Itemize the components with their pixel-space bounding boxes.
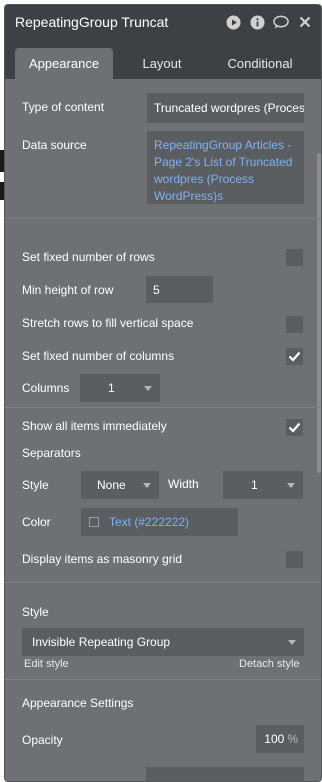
appearance-settings-heading: Appearance Settings [22, 696, 134, 710]
panel-tabs: Appearance Layout Conditional [5, 39, 321, 79]
panel-titlebar: RepeatingGroup Truncat [5, 5, 321, 39]
separators-heading: Separators [22, 446, 81, 460]
checkmark-icon [288, 422, 301, 433]
columns-dropdown[interactable]: 1 [80, 374, 160, 402]
preview-icon[interactable] [225, 14, 241, 30]
scrollbar[interactable] [317, 153, 321, 473]
masonry-checkbox[interactable] [286, 551, 303, 568]
chevron-down-icon [144, 385, 152, 391]
opacity-unit: % [287, 732, 298, 746]
type-of-content-label: Type of content [22, 100, 105, 114]
stretch-rows-checkbox[interactable] [286, 316, 303, 333]
separator-color-picker[interactable]: Text (#222222) [81, 508, 238, 536]
show-all-label: Show all items immediately [22, 419, 167, 433]
fixed-columns-checkbox[interactable] [286, 348, 303, 365]
separator-width-value: 1 [251, 478, 258, 492]
separator-style-label: Style [22, 478, 49, 492]
divider [5, 582, 321, 583]
divider [5, 218, 321, 219]
opacity-value: 100 [264, 732, 285, 746]
data-source-expression[interactable]: RepeatingGroup Articles - Page 2's List … [147, 131, 304, 204]
tab-conditional[interactable]: Conditional [211, 48, 309, 79]
separator-style-value: None [97, 478, 126, 492]
separator-color-value: Text (#222222) [109, 515, 190, 529]
chevron-down-icon [143, 482, 151, 488]
edit-style-link[interactable]: Edit style [24, 658, 69, 670]
stretch-rows-label: Stretch rows to fill vertical space [22, 316, 194, 330]
separator-width-label: Width [168, 477, 199, 491]
fixed-rows-label: Set fixed number of rows [22, 250, 155, 264]
columns-value: 1 [108, 381, 115, 395]
opacity-label: Opacity [22, 733, 63, 747]
divider [5, 407, 321, 408]
panel-title: RepeatingGroup Truncat [15, 14, 169, 30]
info-icon[interactable] [249, 14, 265, 30]
style-dropdown[interactable]: Invisible Repeating Group [22, 628, 304, 656]
masonry-label: Display items as masonry grid [22, 552, 183, 566]
fixed-columns-label: Set fixed number of columns [22, 349, 175, 363]
columns-label: Columns [22, 381, 70, 395]
property-editor-panel: RepeatingGroup Truncat Appearance Layout… [4, 4, 322, 782]
tab-layout[interactable]: Layout [113, 48, 211, 79]
opacity-input[interactable]: 100 % [256, 725, 304, 753]
min-height-input[interactable]: 5 [146, 276, 213, 303]
divider [5, 679, 321, 680]
type-of-content-select[interactable]: Truncated wordpres (Process [147, 93, 304, 123]
data-source-label: Data source [22, 138, 87, 152]
separator-style-dropdown[interactable]: None [81, 471, 159, 499]
min-height-label: Min height of row [22, 283, 114, 297]
chevron-down-icon [288, 639, 296, 645]
checkmark-icon [288, 351, 301, 362]
close-icon[interactable] [297, 14, 313, 30]
style-heading: Style [22, 605, 49, 619]
separator-width-dropdown[interactable]: 1 [223, 471, 303, 499]
color-swatch [89, 517, 99, 527]
fixed-rows-checkbox[interactable] [286, 249, 303, 266]
comment-icon[interactable] [273, 14, 289, 30]
next-field-partial[interactable] [146, 767, 304, 781]
chevron-down-icon [287, 482, 295, 488]
style-value: Invisible Repeating Group [32, 635, 171, 649]
separator-color-label: Color [22, 515, 51, 529]
show-all-checkbox[interactable] [286, 419, 303, 436]
detach-style-link[interactable]: Detach style [239, 658, 300, 670]
tab-appearance[interactable]: Appearance [15, 48, 113, 79]
